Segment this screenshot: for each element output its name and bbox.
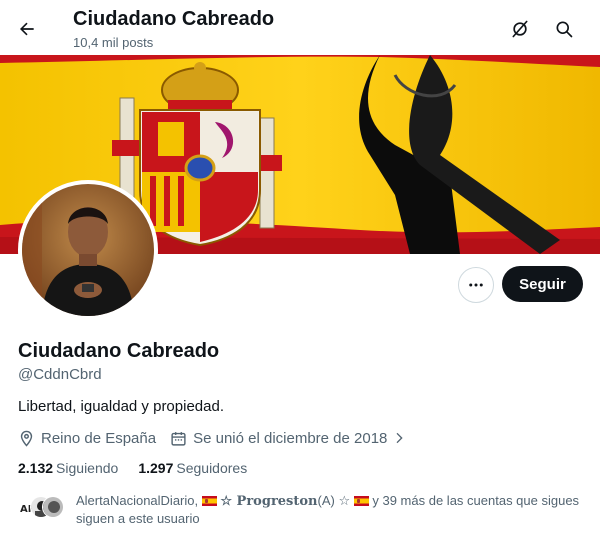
chevron-right-icon [396, 432, 404, 444]
joined-item[interactable]: Se unió el diciembre de 2018 [170, 430, 407, 447]
spain-flag-icon [201, 496, 217, 506]
more-dots-icon [469, 283, 483, 287]
followed-by-text: AlertaNacionalDiario, ☆ Progreston(A) ☆ … [76, 492, 586, 527]
back-button[interactable] [10, 12, 44, 46]
followers-link[interactable]: 1.297 Seguidores [138, 460, 247, 476]
follow-button[interactable]: Seguir [502, 266, 583, 302]
followers-you-know[interactable]: AN AlertaNacionalDiario, ☆ Progreston(A)… [18, 490, 588, 530]
followers-label: Seguidores [176, 460, 248, 476]
followed-by-name-2-suffix: (A) ☆ [317, 493, 351, 508]
search-icon [556, 21, 573, 38]
followed-by-line2: siguen a este usuario [76, 511, 200, 526]
location-text: Reino de España [41, 429, 157, 447]
followed-by-name-2: ☆ Progreston [220, 494, 318, 509]
location-item: Reino de España [18, 430, 156, 447]
grok-icon [512, 20, 528, 38]
more-options-button[interactable] [458, 267, 494, 303]
posts-count: 10,4 mil posts [73, 35, 154, 50]
following-label: Siguiendo [56, 460, 119, 476]
header-title: Ciudadano Cabreado [73, 8, 275, 30]
profile-name: Ciudadano Cabreado [18, 340, 220, 362]
following-link[interactable]: 2.132 Siguiendo [18, 460, 118, 476]
followers-count: 1.297 [138, 460, 174, 476]
profile-meta: Reino de España Se unió el diciembre de … [18, 428, 407, 448]
joined-text: Se unió el diciembre de 2018 [193, 429, 388, 447]
followed-by-rest: y 39 más de las cuentas que sigues [372, 493, 580, 508]
follow-stats: 2.132 Siguiendo 1.297 Seguidores [18, 460, 247, 476]
location-pin-icon [20, 430, 33, 447]
followed-by-name-1: AlertaNacionalDiario, [76, 493, 199, 508]
avatar[interactable] [18, 180, 158, 320]
arrow-left-icon [20, 22, 34, 36]
profile-bio: Libertad, igualdad y propiedad. [18, 398, 224, 415]
profile-header: Ciudadano Cabreado 10,4 mil posts [0, 0, 600, 55]
spain-flag-icon [353, 496, 369, 506]
following-count: 2.132 [18, 460, 54, 476]
avatar-photo [22, 184, 154, 316]
search-button[interactable] [547, 12, 581, 46]
follower-avatar-3 [42, 496, 64, 518]
calendar-icon [171, 431, 186, 446]
profile-handle: @CddnCbrd [18, 366, 102, 383]
grok-button[interactable] [503, 12, 537, 46]
